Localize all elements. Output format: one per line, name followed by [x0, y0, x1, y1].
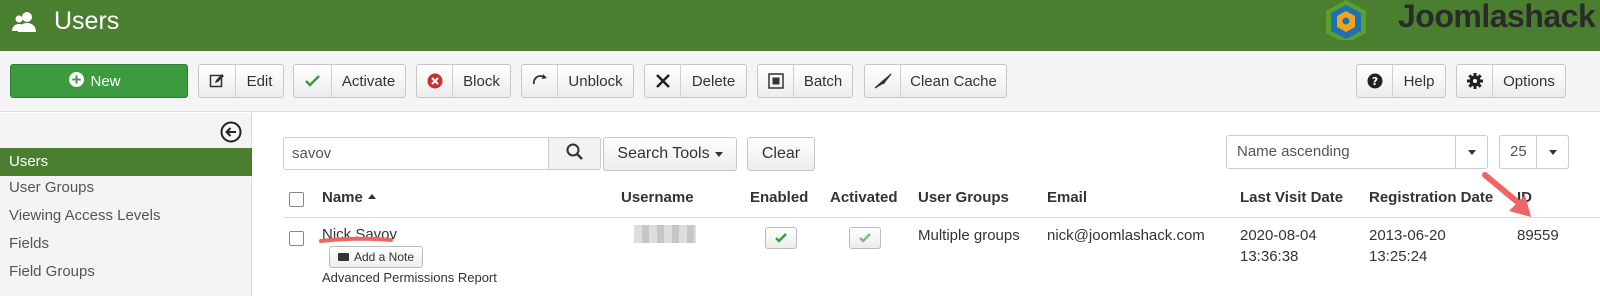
close-icon [645, 65, 681, 97]
check-icon [775, 233, 787, 243]
annotation-arrow-mark [1482, 172, 1531, 217]
block-icon [417, 65, 453, 97]
plus-circle-icon [69, 71, 85, 91]
help-button[interactable]: ? Help [1356, 64, 1446, 98]
sidebar-item-user-groups[interactable]: User Groups [0, 174, 252, 202]
svg-text:?: ? [1371, 75, 1377, 88]
edit-icon [199, 65, 236, 97]
highlight-underline-mark [319, 236, 393, 243]
search-input[interactable]: savov [283, 137, 549, 170]
clean-cache-button[interactable]: Clean Cache [864, 64, 1007, 98]
username-redacted [634, 225, 696, 243]
sidebar-item-field-groups[interactable]: Field Groups [0, 258, 252, 286]
toolbar: New Edit Activate Block Unblock Delete B… [0, 51, 1600, 112]
sort-select[interactable]: Name ascending [1226, 135, 1488, 169]
joomlashack-logo-icon [1326, 0, 1366, 40]
limit-select-value: 25 [1510, 143, 1527, 160]
column-name[interactable]: Name [322, 189, 376, 206]
sidebar: Users User Groups Viewing Access Levels … [0, 113, 252, 296]
sidebar-item-users[interactable]: Users [0, 148, 252, 176]
chevron-down-icon [1536, 136, 1568, 168]
help-button-label: Help [1403, 72, 1435, 90]
search-tools-label: Search Tools [617, 145, 710, 162]
edit-button-label: Edit [246, 72, 273, 90]
new-button[interactable]: New [10, 64, 188, 98]
column-email[interactable]: Email [1047, 189, 1087, 206]
batch-icon [758, 65, 794, 97]
activate-button-label: Activate [341, 72, 396, 90]
search-tools-button[interactable]: Search Tools [603, 137, 737, 171]
column-user-groups: User Groups [918, 189, 1009, 206]
batch-button-label: Batch [803, 72, 843, 90]
clear-button[interactable]: Clear [747, 137, 815, 171]
delete-button-label: Delete [691, 72, 736, 90]
refresh-icon [522, 65, 558, 97]
column-enabled[interactable]: Enabled [750, 189, 808, 206]
add-note-button[interactable]: Add a Note [329, 246, 423, 268]
sort-select-value: Name ascending [1237, 143, 1350, 160]
users-icon [10, 8, 40, 38]
unblock-button-label: Unblock [568, 72, 623, 90]
enabled-toggle[interactable] [765, 227, 797, 249]
user-groups-value: Multiple groups [918, 227, 1020, 244]
main-content: savov Search Tools Clear Name ascending … [253, 113, 1600, 296]
user-id-value: 89559 [1517, 227, 1559, 244]
batch-button[interactable]: Batch [757, 64, 853, 98]
options-button[interactable]: Options [1456, 64, 1566, 98]
chevron-down-icon [1455, 136, 1487, 168]
delete-button[interactable]: Delete [644, 64, 747, 98]
last-visit-time: 13:36:38 [1240, 248, 1299, 265]
note-icon [337, 253, 349, 261]
column-last-visit[interactable]: Last Visit Date [1240, 189, 1343, 206]
row-checkbox[interactable] [289, 231, 304, 246]
sidebar-item-fields[interactable]: Fields [0, 230, 252, 258]
limit-select[interactable]: 25 [1499, 135, 1569, 169]
lightning-icon [865, 65, 901, 97]
edit-button[interactable]: Edit [198, 64, 284, 98]
new-button-label: New [90, 72, 121, 90]
activate-button[interactable]: Activate [293, 64, 406, 98]
header-divider [283, 217, 1600, 218]
registration-time: 13:25:24 [1369, 248, 1428, 265]
column-registration[interactable]: Registration Date [1369, 189, 1493, 206]
options-button-label: Options [1503, 72, 1555, 90]
activated-toggle[interactable] [849, 227, 881, 249]
email-value: nick@joomlashack.com [1047, 227, 1205, 244]
select-all-checkbox[interactable] [289, 192, 304, 207]
check-icon [859, 233, 871, 243]
page-title: Users [54, 7, 120, 35]
block-button-label: Block [463, 72, 500, 90]
logo-text: Joomlashack [1398, 0, 1596, 34]
check-icon [294, 65, 332, 97]
block-button[interactable]: Block [416, 64, 511, 98]
collapse-sidebar-icon[interactable] [220, 121, 242, 143]
permissions-report-link[interactable]: Advanced Permissions Report [322, 267, 497, 288]
column-username[interactable]: Username [621, 189, 694, 206]
column-activated[interactable]: Activated [830, 189, 898, 206]
question-circle-icon: ? [1357, 65, 1393, 97]
gear-icon [1457, 65, 1493, 97]
search-icon [566, 143, 583, 165]
sidebar-item-viewing-access-levels[interactable]: Viewing Access Levels [0, 202, 252, 230]
registration-date: 2013-06-20 [1369, 227, 1446, 244]
sort-asc-icon [367, 194, 376, 199]
column-name-label: Name [322, 189, 363, 206]
add-note-label: Add a Note [353, 250, 415, 264]
caret-down-icon [714, 151, 723, 157]
unblock-button[interactable]: Unblock [521, 64, 634, 98]
clean-cache-button-label: Clean Cache [910, 72, 997, 90]
last-visit-date: 2020-08-04 [1240, 227, 1317, 244]
search-button[interactable] [549, 137, 601, 170]
